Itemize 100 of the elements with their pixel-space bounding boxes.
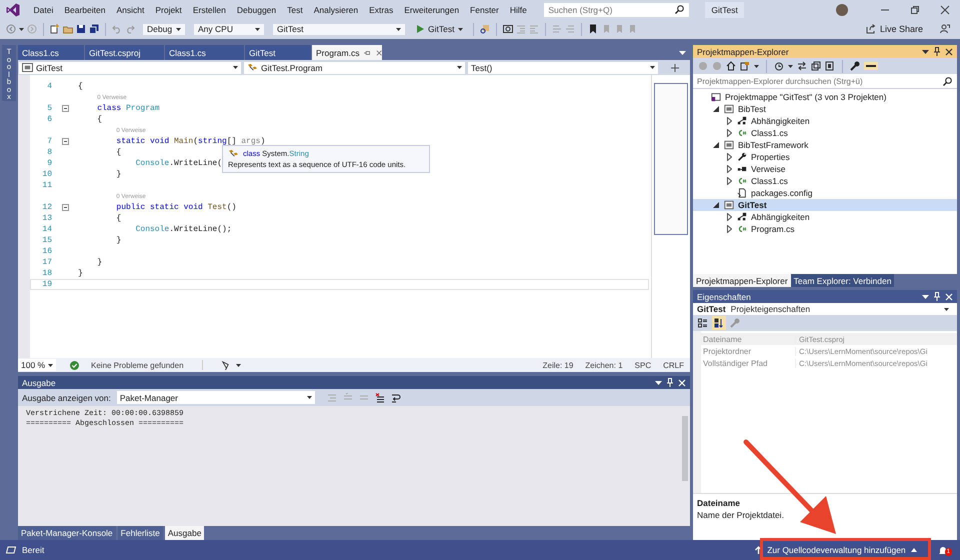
brush-icon[interactable] (220, 360, 230, 370)
tree-item[interactable]: Abhängigkeiten (693, 211, 957, 223)
add-icon[interactable] (671, 64, 679, 72)
expanded-arrow-icon[interactable] (713, 202, 719, 208)
startup-project-dropdown[interactable]: GitTest (272, 22, 406, 36)
pin-icon[interactable] (934, 47, 940, 56)
dropdown-icon[interactable] (922, 50, 929, 54)
tree-item[interactable]: Class1.cs (693, 175, 957, 187)
clear-all-icon[interactable] (374, 392, 385, 402)
restore-icon[interactable] (910, 4, 920, 14)
save-icon[interactable] (76, 24, 86, 34)
object-name[interactable]: GitTest (697, 304, 726, 314)
panel-tab[interactable]: Paket-Manager-Konsole (18, 526, 116, 540)
categorized-icon[interactable] (698, 318, 708, 328)
sync-icon[interactable] (797, 61, 807, 71)
show-all-files-icon[interactable] (825, 61, 835, 71)
panel-tab[interactable]: Projektmappen-Explorer (693, 274, 791, 287)
tree-item[interactable]: BibTest (693, 103, 957, 115)
preview-toggle[interactable] (864, 62, 878, 70)
collapsed-arrow-icon[interactable] (726, 129, 732, 137)
tree-item[interactable]: GitTest (693, 199, 957, 211)
platform-dropdown[interactable]: Any CPU (193, 22, 265, 36)
menu-item[interactable]: Fenster (464, 2, 504, 16)
panel-tab[interactable]: Team Explorer: Verbinden (790, 274, 894, 287)
document-tab[interactable]: Class1.cs (165, 45, 244, 60)
switch-views-icon[interactable] (740, 61, 750, 71)
history-icon[interactable] (774, 61, 784, 71)
search-icon[interactable] (943, 76, 952, 86)
dropdown-icon[interactable] (922, 294, 929, 298)
line-number: 10 (41, 170, 52, 179)
feedback-icon[interactable] (940, 24, 950, 34)
collapsed-arrow-icon[interactable] (726, 117, 732, 125)
menu-item[interactable]: Debuggen (231, 2, 282, 16)
tree-item[interactable]: Projektmappe "GitTest" (3 von 3 Projekten) (693, 91, 957, 103)
menu-item[interactable]: Ansicht (110, 2, 150, 16)
pin-icon[interactable] (364, 50, 371, 56)
menu-item[interactable]: Erstellen (187, 2, 232, 16)
menu-item[interactable]: Erweiterungen (398, 2, 465, 16)
collapsed-arrow-icon[interactable] (726, 225, 732, 233)
menu-item[interactable]: Hilfe (504, 2, 532, 16)
collapse-icon[interactable] (62, 138, 68, 145)
tree-item[interactable]: Properties (693, 151, 957, 163)
alphabetical-sort-toggle[interactable] (712, 316, 726, 330)
menu-item[interactable]: Analysieren (308, 2, 364, 16)
screenshot-icon[interactable] (503, 24, 514, 34)
document-tab[interactable]: Program.cs (312, 45, 382, 60)
configuration-dropdown[interactable]: Debug (142, 22, 186, 36)
collapsed-arrow-icon[interactable] (726, 213, 732, 221)
collapse-icon[interactable] (62, 105, 68, 112)
close-icon[interactable] (376, 50, 382, 56)
collapsed-arrow-icon[interactable] (726, 153, 732, 161)
save-all-icon[interactable] (89, 24, 99, 34)
collapsed-arrow-icon[interactable] (726, 177, 732, 185)
find-in-files-icon[interactable] (480, 24, 490, 34)
document-tab[interactable]: GitTest.csproj (85, 45, 164, 60)
menu-item[interactable]: Projekt (150, 2, 188, 16)
collapse-all-icon[interactable] (811, 61, 821, 71)
search-field[interactable]: Suchen (Strg+Q) (544, 2, 690, 16)
close-icon[interactable] (940, 4, 950, 14)
zoom-dropdown[interactable]: 100 % (18, 359, 56, 371)
search-icon[interactable] (675, 5, 684, 14)
bookmark-icon[interactable] (588, 24, 598, 34)
scrollbar[interactable] (651, 75, 690, 358)
expanded-arrow-icon[interactable] (713, 106, 719, 112)
panel-tab[interactable]: Ausgabe (164, 526, 204, 540)
menu-item[interactable]: Extras (364, 2, 399, 16)
code-line: { (116, 214, 122, 223)
tree-item[interactable]: Class1.cs (693, 127, 957, 139)
dropdown-icon[interactable] (655, 380, 662, 384)
issues-status[interactable]: Keine Probleme gefunden (91, 360, 184, 370)
document-tab[interactable]: GitTest (245, 45, 311, 60)
menu-item[interactable]: Bearbeiten (58, 2, 111, 16)
new-item-icon[interactable] (50, 24, 60, 34)
add-to-source-control-button[interactable]: Zur Quellcodeverwaltung hinzufügen (750, 543, 922, 557)
panel-tab[interactable]: Fehlerliste (118, 526, 163, 540)
tree-item[interactable]: Abhängigkeiten (693, 115, 957, 127)
tree-item[interactable]: BibTestFramework (693, 139, 957, 151)
run-button[interactable]: GitTest (413, 24, 468, 34)
object-type[interactable]: Projekteigenschaften (730, 304, 810, 314)
collapsed-arrow-icon[interactable] (726, 165, 732, 173)
word-wrap-icon[interactable] (390, 392, 401, 402)
avatar[interactable] (836, 4, 848, 16)
menu-item[interactable]: Datei (28, 2, 59, 16)
tree-item[interactable]: packages.config (693, 187, 957, 199)
dropdown-icon[interactable] (679, 50, 686, 54)
tree-item[interactable]: Program.cs (693, 223, 957, 235)
navigation-dropdown[interactable]: GitTest.Program (244, 62, 465, 74)
line-number: 7 (46, 137, 52, 146)
live-share-button[interactable]: Live Share (866, 24, 923, 34)
tree-item[interactable]: Verweise (693, 163, 957, 175)
navigation-dropdown[interactable]: GitTest (19, 62, 241, 74)
output-source-dropdown[interactable]: Paket-Manager (116, 391, 315, 404)
collapse-icon[interactable] (62, 204, 68, 211)
expanded-arrow-icon[interactable] (713, 142, 719, 148)
wrench-icon[interactable] (850, 61, 860, 71)
document-tab[interactable]: Class1.cs (18, 45, 84, 60)
navigation-dropdown[interactable]: Test() (468, 62, 658, 74)
close-icon[interactable] (945, 48, 953, 56)
home-icon[interactable] (726, 61, 736, 71)
menu-item[interactable]: Test (282, 2, 308, 16)
